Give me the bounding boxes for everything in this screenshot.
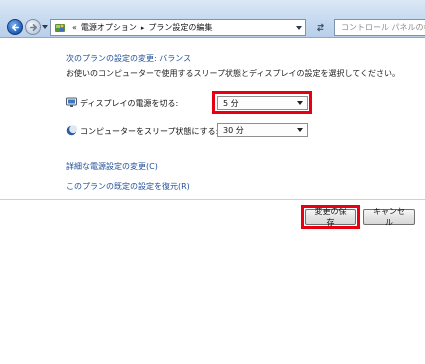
display-off-highlight <box>212 91 312 114</box>
refresh-button[interactable] <box>312 19 328 36</box>
history-dropdown-icon[interactable] <box>42 24 48 30</box>
navigation-bar: « 電源オプション ▸ プラン設定の編集 <box>0 0 425 38</box>
back-button[interactable] <box>7 19 23 35</box>
advanced-settings-link[interactable]: 詳細な電源設定の変更(C) <box>66 161 158 172</box>
refresh-icon <box>316 23 324 32</box>
breadcrumb-arrow-icon[interactable]: ▸ <box>141 24 145 32</box>
divider <box>0 199 425 200</box>
breadcrumb-overflow[interactable]: « <box>72 23 77 32</box>
page-description: お使いのコンピューターで使用するスリープ状態とディスプレイの設定を選択してくださ… <box>66 69 400 78</box>
sleep-select[interactable]: 30 分 <box>217 123 308 137</box>
restore-defaults-link[interactable]: このプランの既定の設定を復元(R) <box>66 181 190 192</box>
moon-icon <box>66 125 77 136</box>
cancel-button[interactable]: キャンセル <box>363 207 415 227</box>
address-bar[interactable]: « 電源オプション ▸ プラン設定の編集 <box>50 19 306 36</box>
control-panel-icon <box>54 22 66 34</box>
forward-button[interactable] <box>25 19 41 35</box>
breadcrumb-power-options[interactable]: 電源オプション <box>81 22 137 33</box>
sleep-label: コンピューターをスリープ状態にする: <box>80 127 219 136</box>
display-off-label: ディスプレイの電源を切る: <box>80 99 179 108</box>
breadcrumb-edit-plan[interactable]: プラン設定の編集 <box>148 22 212 33</box>
save-button-highlight <box>301 205 360 229</box>
monitor-icon <box>66 97 77 107</box>
forward-arrow-icon <box>29 23 37 31</box>
address-dropdown-icon[interactable] <box>296 25 302 31</box>
back-arrow-icon <box>11 23 19 31</box>
sleep-value: 30 分 <box>223 125 244 135</box>
search-box[interactable] <box>334 19 425 36</box>
search-input[interactable] <box>341 23 425 32</box>
chevron-down-icon <box>297 128 303 132</box>
page-title: 次のプランの設定の変更: バランス <box>66 54 192 63</box>
